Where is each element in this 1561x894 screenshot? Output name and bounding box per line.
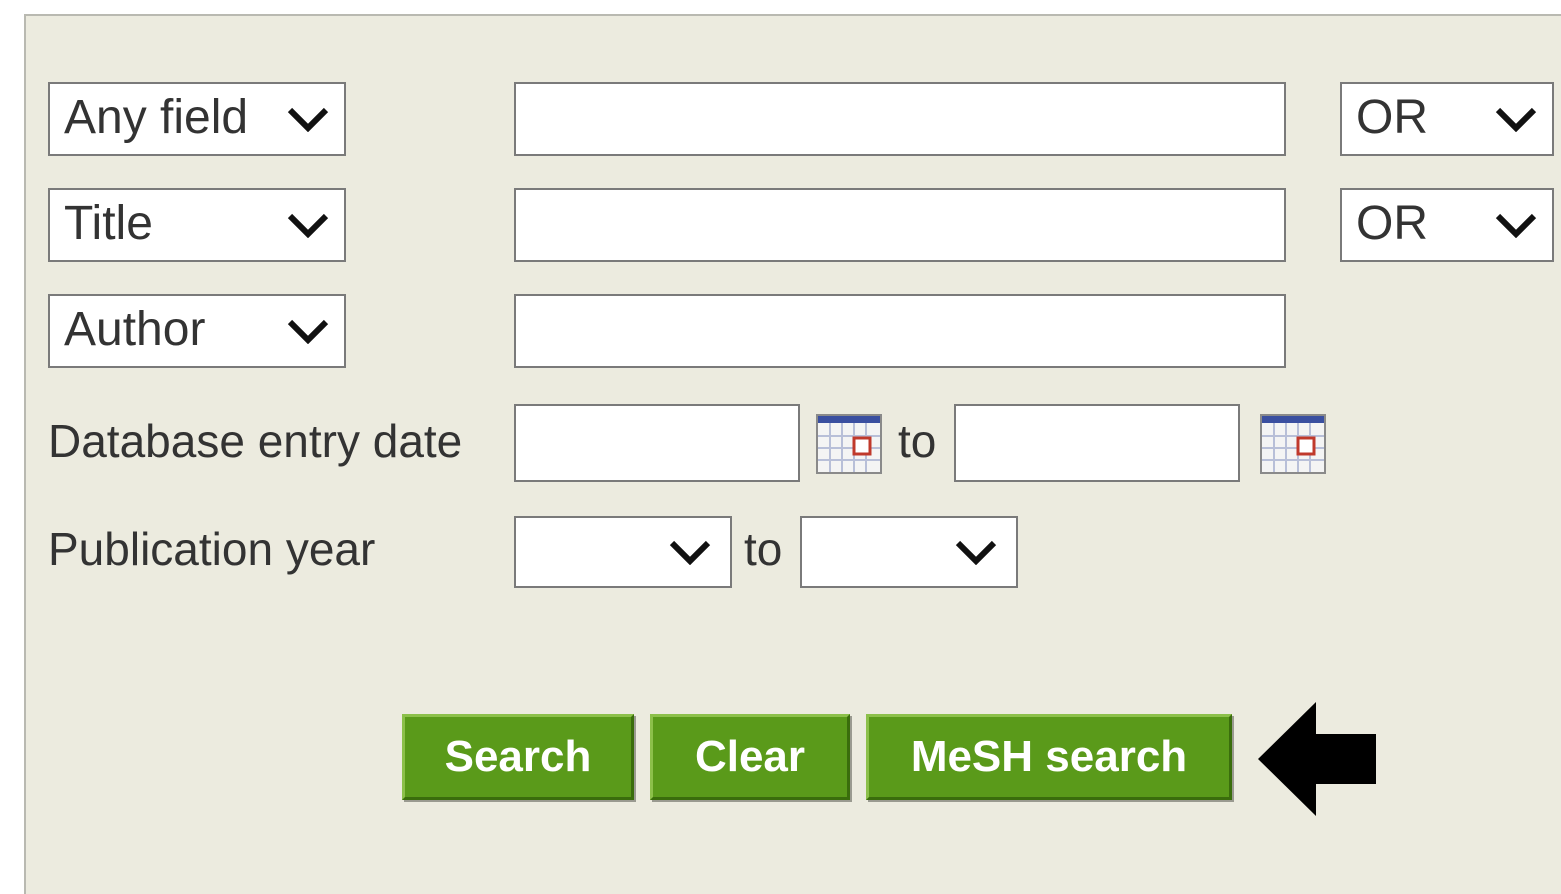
field-select-3-value: Author bbox=[64, 303, 206, 357]
field-select-1-value: Any field bbox=[64, 91, 249, 145]
operator-select-1[interactable]: OR bbox=[1340, 82, 1554, 156]
search-term-input-3[interactable] bbox=[514, 294, 1286, 368]
operator-select-2[interactable]: OR bbox=[1340, 188, 1554, 262]
chevron-down-icon bbox=[1495, 213, 1537, 238]
field-select-1[interactable]: Any field bbox=[48, 82, 346, 156]
entry-date-to-label: to bbox=[898, 415, 937, 467]
arrow-left-icon bbox=[1258, 702, 1376, 816]
field-select-3[interactable]: Author bbox=[48, 294, 346, 368]
chevron-down-icon bbox=[287, 319, 329, 344]
chevron-down-icon bbox=[287, 107, 329, 132]
chevron-down-icon bbox=[1495, 107, 1537, 132]
field-select-2[interactable]: Title bbox=[48, 188, 346, 262]
search-button[interactable]: Search bbox=[402, 714, 634, 800]
field-select-2-value: Title bbox=[64, 197, 153, 251]
publication-year-label: Publication year bbox=[48, 523, 376, 575]
chevron-down-icon bbox=[669, 540, 711, 565]
entry-date-from-input[interactable] bbox=[514, 404, 800, 482]
publication-year-to-label: to bbox=[744, 523, 783, 575]
chevron-down-icon bbox=[287, 213, 329, 238]
calendar-icon[interactable] bbox=[1260, 414, 1326, 474]
calendar-icon[interactable] bbox=[816, 414, 882, 474]
publication-year-to-select[interactable] bbox=[800, 516, 1018, 588]
entry-date-to-input[interactable] bbox=[954, 404, 1240, 482]
operator-select-1-value: OR bbox=[1356, 91, 1428, 145]
search-term-input-2[interactable] bbox=[514, 188, 1286, 262]
entry-date-label: Database entry date bbox=[48, 415, 463, 467]
clear-button[interactable]: Clear bbox=[650, 714, 850, 800]
chevron-down-icon bbox=[955, 540, 997, 565]
publication-year-from-select[interactable] bbox=[514, 516, 732, 588]
search-term-input-1[interactable] bbox=[514, 82, 1286, 156]
mesh-search-button[interactable]: MeSH search bbox=[866, 714, 1232, 800]
operator-select-2-value: OR bbox=[1356, 197, 1428, 251]
